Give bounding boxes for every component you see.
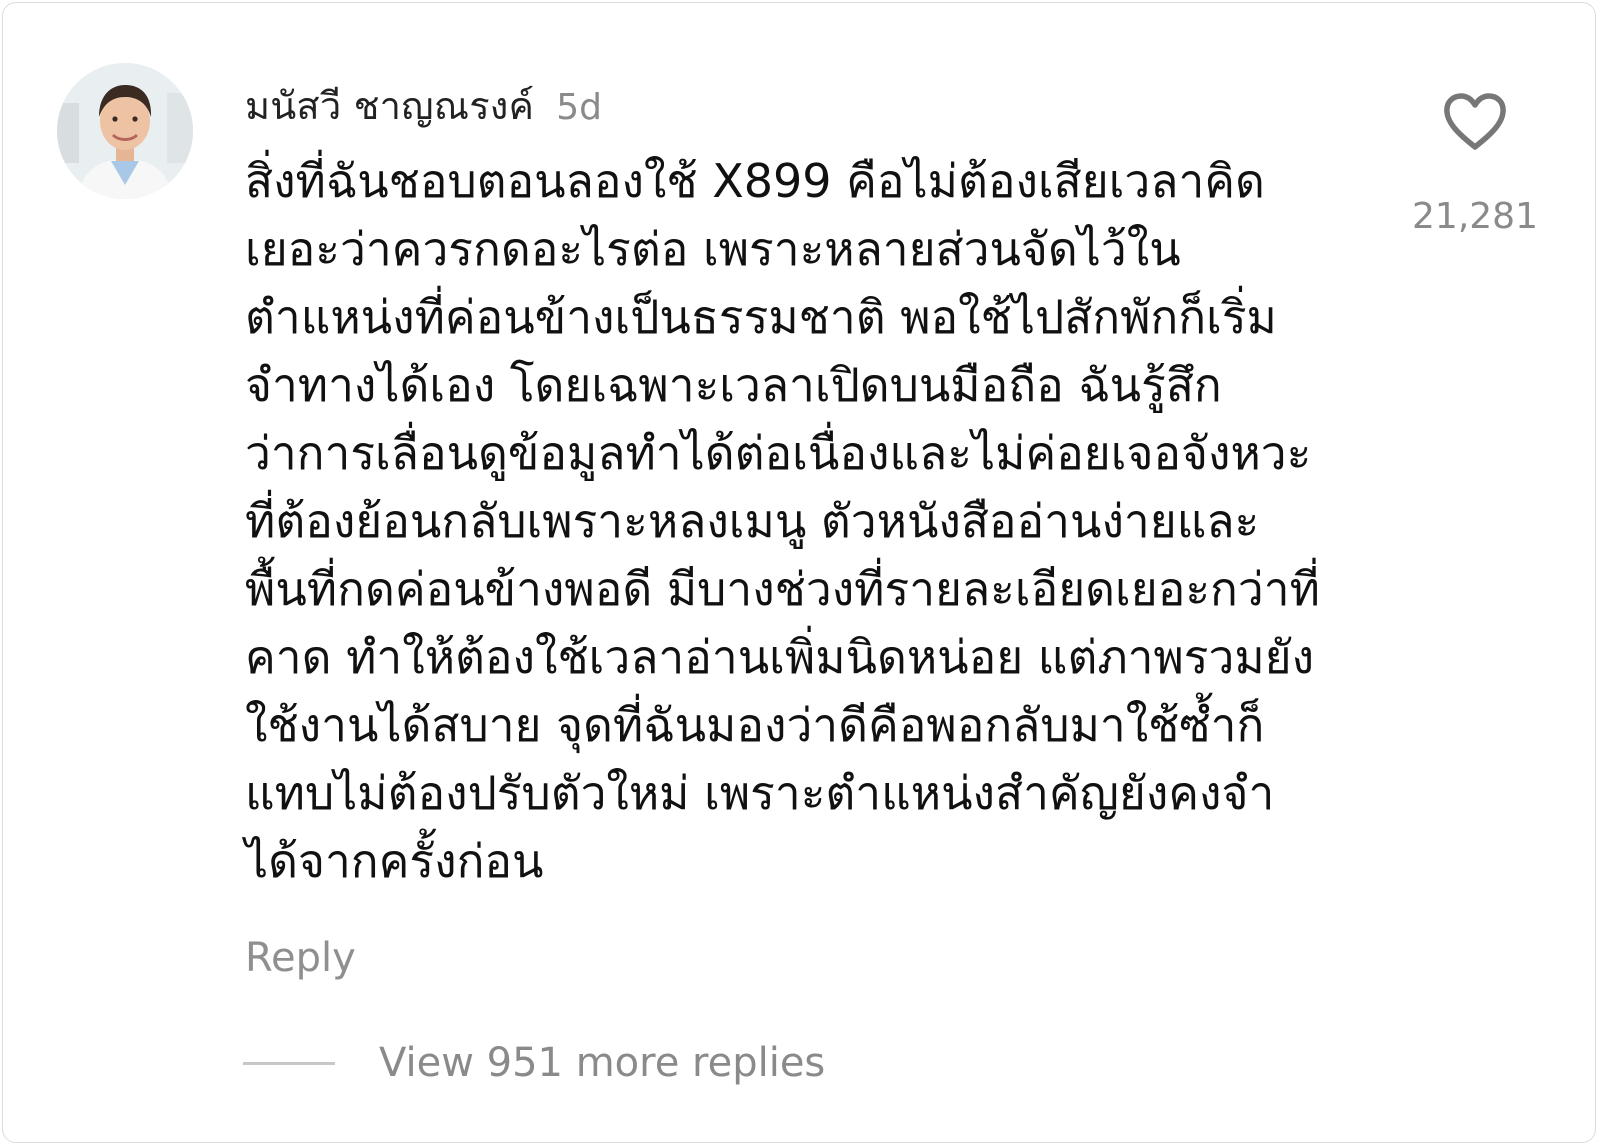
reply-button[interactable]: Reply: [245, 935, 356, 981]
like-section: 21,281: [1385, 92, 1565, 237]
like-button[interactable]: [1442, 92, 1508, 152]
view-replies-button[interactable]: View 951 more replies: [379, 1040, 825, 1086]
comment-header: มนัสวี ชาญณรงค์ 5d: [245, 75, 1365, 128]
like-count: 21,281: [1412, 196, 1538, 237]
comment-text: สิ่งที่ฉันชอบตอนลองใช้ X899 คือไม่ต้องเส…: [245, 154, 1320, 888]
comment-body: มนัสวี ชาญณรงค์ 5d สิ่งที่ฉันชอบตอนลองใช…: [245, 75, 1365, 895]
avatar-image: [57, 63, 193, 199]
heart-outline-icon: [1444, 93, 1506, 150]
avatar[interactable]: [57, 63, 193, 199]
comment-item: มนัสวี ชาญณรงค์ 5d สิ่งที่ฉันชอบตอนลองใช…: [0, 0, 1600, 1147]
username[interactable]: มนัสวี ชาญณรงค์: [245, 75, 534, 136]
view-replies-row[interactable]: View 951 more replies: [243, 1038, 825, 1088]
replies-divider: [243, 1061, 335, 1065]
timestamp: 5d: [556, 87, 602, 128]
